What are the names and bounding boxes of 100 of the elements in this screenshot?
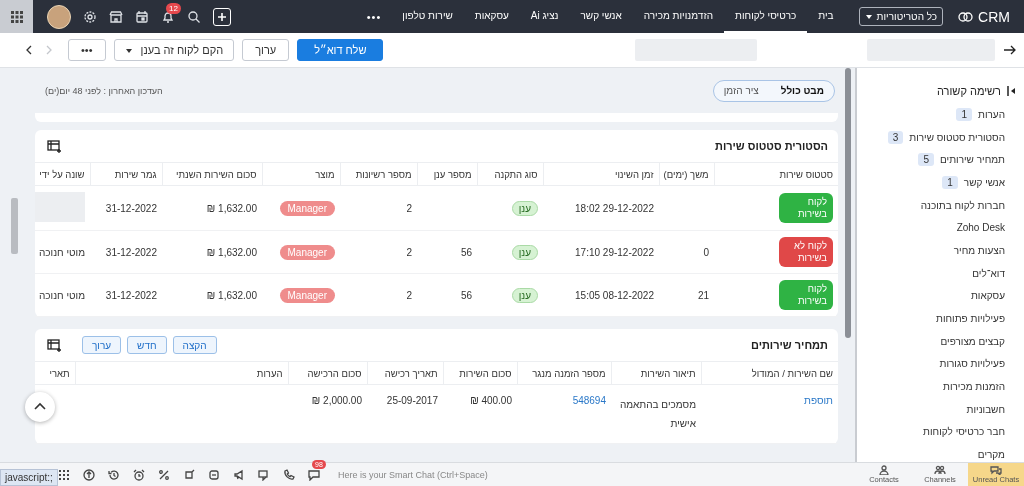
- install-type-tag: ענן: [511, 244, 538, 260]
- collapse-icon[interactable]: [1007, 85, 1016, 97]
- add-button[interactable]: [213, 7, 231, 26]
- territory-dropdown[interactable]: כל הטריטוריות: [858, 7, 944, 26]
- chat-square-icon[interactable]: [208, 468, 220, 481]
- sidebar-item[interactable]: הצעות מחיר: [953, 244, 1005, 256]
- sidebar-item[interactable]: אנשי קשר: [963, 176, 1005, 188]
- gear-icon[interactable]: [83, 9, 97, 24]
- column-header[interactable]: משך (ימים): [659, 163, 714, 186]
- calendar-icon[interactable]: [135, 9, 149, 24]
- sidebar-item[interactable]: Zoho Desk: [956, 222, 1005, 234]
- table-cell: מסמכים בהתאמה אישית: [619, 399, 696, 429]
- megaphone-icon[interactable]: [233, 468, 245, 481]
- store-icon[interactable]: [109, 9, 123, 24]
- sidebar-item[interactable]: תמחיר שירותים: [940, 154, 1005, 166]
- link[interactable]: תוספת: [804, 395, 833, 406]
- send-email-button[interactable]: שלח דוא״ל: [297, 39, 384, 61]
- sidebar-item[interactable]: דוא־לים: [972, 267, 1005, 279]
- section-button[interactable]: ערוך: [82, 336, 122, 354]
- people-icon: [934, 465, 946, 475]
- scrollbar-thumb[interactable]: [11, 198, 18, 254]
- message-icon[interactable]: [258, 468, 270, 481]
- nav-tab[interactable]: בית: [807, 0, 845, 33]
- chat-bubbles-icon: [990, 465, 1002, 475]
- view-toggle-option[interactable]: ציר הזמן: [723, 85, 759, 96]
- avatar[interactable]: [47, 4, 71, 29]
- back-arrow-icon[interactable]: [1003, 44, 1016, 56]
- history-icon[interactable]: [108, 468, 120, 481]
- sidebar-item[interactable]: פעילויות פתוחות: [936, 313, 1005, 325]
- search-icon[interactable]: [187, 9, 201, 24]
- column-header[interactable]: מוצר: [262, 163, 340, 186]
- column-header[interactable]: תיאור השירות: [611, 362, 701, 385]
- link[interactable]: 548694: [572, 395, 606, 406]
- section-button[interactable]: הקצה: [172, 336, 217, 354]
- sidebar-item[interactable]: הערות: [978, 108, 1005, 120]
- percent-icon[interactable]: [158, 468, 170, 481]
- column-header[interactable]: מספר הזמנה מנגר: [517, 362, 611, 385]
- column-header[interactable]: תאריך רכישה: [367, 362, 443, 385]
- status-badge: לקוח בשירות: [779, 193, 833, 223]
- sidebar-item[interactable]: עסקאות: [970, 290, 1005, 302]
- browser-status-text: javascript:;: [0, 469, 58, 486]
- phone-icon[interactable]: [283, 468, 295, 481]
- section-title: הסטורית סטטוס שירות: [715, 140, 828, 152]
- product-tag: Manager: [279, 287, 335, 303]
- table-cell: 25-09-2017: [386, 395, 438, 406]
- column-header[interactable]: זמן השינוי: [543, 163, 659, 186]
- section-button[interactable]: חדש: [127, 336, 167, 354]
- nav-tab[interactable]: עסקאות: [463, 0, 520, 33]
- notification-badge: 12: [166, 2, 181, 14]
- table-cell: 31-12-2022: [105, 289, 157, 301]
- column-header[interactable]: סטטוס שירות: [714, 163, 838, 186]
- more-tabs-button[interactable]: •••: [356, 10, 392, 23]
- nav-tab[interactable]: הזדמנויות מכירה: [632, 0, 725, 33]
- install-type-tag: ענן: [511, 200, 538, 216]
- nav-tab[interactable]: נציג Ai: [519, 0, 570, 33]
- nav-tab[interactable]: אנשי קשר: [569, 0, 633, 33]
- table-cell: 29-12-2022 17:10: [575, 246, 654, 258]
- app-grid-button[interactable]: [0, 0, 33, 33]
- alarm-clock-icon[interactable]: [133, 468, 145, 481]
- smart-chat-field[interactable]: Here is your Smart Chat (Ctrl+Space): [338, 469, 488, 480]
- sidebar-item[interactable]: חשבוניות: [966, 403, 1005, 415]
- table-add-icon[interactable]: [47, 138, 62, 154]
- sidebar-item[interactable]: פעילויות סגורות: [939, 358, 1005, 370]
- table-cell: 2: [406, 246, 412, 258]
- column-header[interactable]: תארי: [35, 362, 75, 385]
- sidebar-item[interactable]: הסטורית סטטוס שירות: [909, 131, 1005, 143]
- dropdown-button[interactable]: הקם לקוח זה בענן: [113, 39, 235, 61]
- toolbar-button[interactable]: •••: [68, 39, 106, 61]
- caret-icon: [124, 46, 133, 54]
- table-add-icon[interactable]: [47, 337, 62, 353]
- column-header[interactable]: שונה על ידי: [35, 163, 90, 186]
- toolbar-button[interactable]: ערוך: [242, 39, 290, 61]
- product-tag: Manager: [279, 200, 335, 216]
- table-cell: 31-12-2022: [105, 246, 157, 258]
- table-cell: 0: [703, 246, 709, 258]
- circle-arrow-icon[interactable]: [83, 468, 95, 481]
- column-header[interactable]: סוג התקנה: [477, 163, 543, 186]
- sidebar-item[interactable]: חבר כרטיסי לקוחות: [923, 426, 1005, 438]
- table-cell: 2: [406, 289, 412, 301]
- column-header[interactable]: הערות: [75, 362, 288, 385]
- sidebar-item[interactable]: חברות לקוח בתוכנה: [920, 199, 1005, 211]
- column-header[interactable]: סכום השירות: [443, 362, 517, 385]
- scrollbar-thumb[interactable]: [845, 68, 851, 338]
- sidebar-item[interactable]: הזמנות מכירות: [943, 381, 1005, 393]
- chat-bubble-icon[interactable]: [308, 468, 320, 481]
- column-header[interactable]: שם השירות / המודול: [701, 362, 838, 385]
- table-cell: 29-12-2022 18:02: [575, 202, 654, 214]
- view-toggle-option[interactable]: מבט כולל: [780, 85, 824, 96]
- table-cell: מוטי חנוכה: [38, 289, 85, 301]
- back-chevron-icon[interactable]: [24, 45, 34, 55]
- column-header[interactable]: גמר שירות: [90, 163, 162, 186]
- sidebar-item[interactable]: קבצים מצורפים: [940, 335, 1005, 347]
- count-badge: 1: [942, 175, 958, 189]
- nav-tab[interactable]: שירות טלפון: [391, 0, 464, 33]
- grid-icon[interactable]: [58, 468, 70, 481]
- column-header[interactable]: מספר רשיונות: [340, 163, 417, 186]
- column-header[interactable]: מספר ענן: [417, 163, 477, 186]
- sidebar-item[interactable]: מקרים: [977, 449, 1005, 461]
- column-header[interactable]: סכום הרכישה: [288, 362, 367, 385]
- column-header[interactable]: סכום השירות השנתי: [162, 163, 262, 186]
